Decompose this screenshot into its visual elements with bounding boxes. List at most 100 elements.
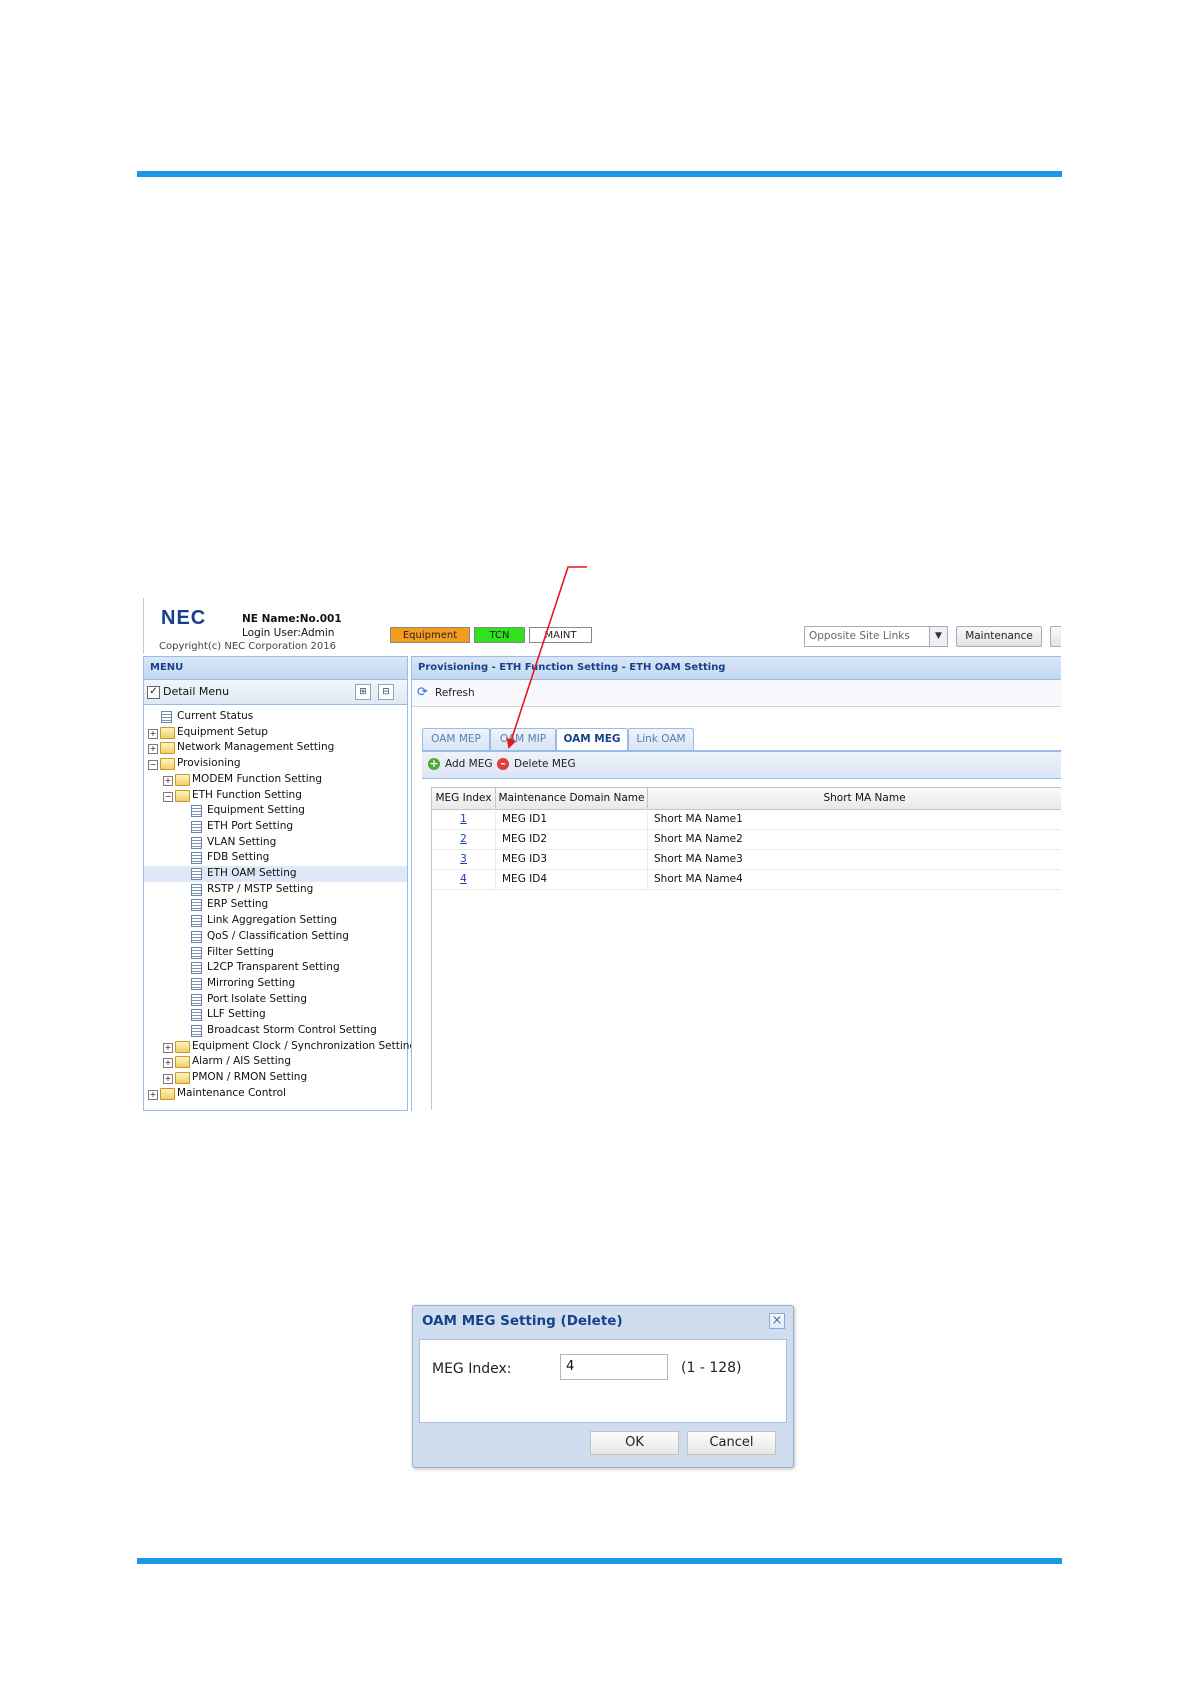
- expand-icon[interactable]: +: [148, 728, 158, 739]
- refresh-button[interactable]: Refresh: [435, 687, 475, 699]
- meg-index-link[interactable]: 3: [460, 853, 467, 865]
- menu-item[interactable]: Port Isolate Setting: [144, 992, 407, 1008]
- menu-item-label: LLF Setting: [207, 1008, 266, 1021]
- page-icon: [191, 915, 202, 928]
- menu-item-label: Provisioning: [177, 757, 241, 770]
- expand-icon[interactable]: +: [163, 775, 173, 786]
- expand-all-icon[interactable]: ⊞: [355, 684, 371, 700]
- menu-item[interactable]: + Network Management Setting: [144, 740, 407, 756]
- menu-item[interactable]: Equipment Setting: [144, 803, 407, 819]
- collapse-icon[interactable]: −: [163, 791, 173, 802]
- meg-index-link[interactable]: 4: [460, 873, 467, 885]
- cancel-button[interactable]: Cancel: [687, 1431, 776, 1455]
- meg-index-range: (1 - 128): [681, 1360, 742, 1376]
- folder-icon: [160, 1087, 175, 1100]
- menu-item-label: Maintenance Control: [177, 1086, 286, 1099]
- maintenance-button[interactable]: Maintenance: [956, 626, 1042, 647]
- menu-item[interactable]: − ETH Function Setting: [144, 788, 407, 804]
- page-icon: [191, 836, 202, 849]
- status-maint[interactable]: MAINT: [529, 627, 592, 643]
- delete-meg-button[interactable]: Delete MEG: [514, 758, 576, 770]
- menu-item[interactable]: + Alarm / AIS Setting: [144, 1054, 407, 1070]
- app-header: NEC Copyright(c) NEC Corporation 2016 NE…: [143, 598, 1061, 654]
- meg-index-cell[interactable]: 1: [432, 809, 496, 829]
- expand-icon[interactable]: +: [148, 744, 158, 755]
- menu-header: MENU: [144, 657, 407, 680]
- menu-item[interactable]: Filter Setting: [144, 945, 407, 961]
- table-row[interactable]: 4 MEG ID4 Short MA Name4: [432, 869, 1061, 890]
- page-icon: [191, 883, 202, 896]
- refresh-icon[interactable]: ⟳: [417, 685, 428, 700]
- page-icon: [191, 852, 202, 865]
- menu-item[interactable]: + MODEM Function Setting: [144, 772, 407, 788]
- meg-table: MEG Index Maintenance Domain Name Short …: [431, 787, 1061, 1110]
- menu-item-label: Link Aggregation Setting: [207, 914, 338, 927]
- content-panel: Provisioning - ETH Function Setting - ET…: [411, 656, 1061, 1111]
- menu-item[interactable]: + Maintenance Control: [144, 1086, 407, 1102]
- short-ma-name-cell: Short MA Name4: [648, 869, 1061, 889]
- meg-index-link[interactable]: 2: [460, 833, 467, 845]
- delete-icon[interactable]: –: [497, 758, 509, 770]
- menu-item[interactable]: + PMON / RMON Setting: [144, 1070, 407, 1086]
- expand-icon[interactable]: +: [163, 1058, 173, 1069]
- menu-item[interactable]: Broadcast Storm Control Setting: [144, 1023, 407, 1039]
- meg-index-input[interactable]: 4: [560, 1354, 668, 1380]
- expand-icon[interactable]: +: [163, 1042, 173, 1053]
- menu-item[interactable]: Link Aggregation Setting: [144, 913, 407, 929]
- chevron-down-icon[interactable]: ▼: [929, 627, 947, 646]
- menu-item[interactable]: L2CP Transparent Setting: [144, 960, 407, 976]
- expand-icon[interactable]: +: [148, 1089, 158, 1100]
- menu-item-label: Network Management Setting: [177, 741, 335, 754]
- collapse-icon[interactable]: −: [148, 760, 158, 771]
- menu-item[interactable]: + Equipment Setup: [144, 725, 407, 741]
- menu-item[interactable]: ETH Port Setting: [144, 819, 407, 835]
- add-icon[interactable]: +: [428, 758, 440, 770]
- tab-oam-mip[interactable]: OAM MIP: [490, 728, 556, 750]
- expand-icon[interactable]: +: [163, 1074, 173, 1085]
- status-equipment[interactable]: Equipment: [390, 627, 470, 643]
- opposite-site-links-select[interactable]: Opposite Site Links ▼: [804, 626, 948, 647]
- dialog-title: OAM MEG Setting (Delete): [422, 1313, 623, 1329]
- meg-index-cell[interactable]: 2: [432, 829, 496, 849]
- folder-icon: [175, 1072, 190, 1085]
- table-row[interactable]: 2 MEG ID2 Short MA Name2: [432, 829, 1061, 850]
- folder-icon: [175, 1040, 190, 1053]
- menu-item-label: Broadcast Storm Control Setting: [207, 1024, 377, 1036]
- status-tcn[interactable]: TCN: [474, 627, 525, 643]
- meg-index-link[interactable]: 1: [460, 813, 467, 825]
- breadcrumb: Provisioning - ETH Function Setting - ET…: [412, 657, 1061, 680]
- menu-item[interactable]: FDB Setting: [144, 850, 407, 866]
- menu-item[interactable]: QoS / Classification Setting: [144, 929, 407, 945]
- menu-item[interactable]: Mirroring Setting: [144, 976, 407, 992]
- domain-name-cell: MEG ID2: [496, 829, 648, 849]
- column-header-short-ma-name[interactable]: Short MA Name: [648, 788, 1061, 809]
- table-row[interactable]: 3 MEG ID3 Short MA Name3: [432, 849, 1061, 870]
- close-icon[interactable]: ×: [769, 1313, 785, 1329]
- add-meg-button[interactable]: Add MEG: [445, 758, 493, 770]
- tab-link-oam[interactable]: Link OAM: [628, 728, 694, 750]
- column-header-domain-name[interactable]: Maintenance Domain Name: [496, 788, 648, 809]
- menu-item-label: L2CP Transparent Setting: [207, 961, 340, 974]
- dialog-body: MEG Index: 4 (1 - 128): [419, 1339, 787, 1423]
- menu-item[interactable]: ETH OAM Setting: [144, 866, 407, 882]
- detail-menu-checkbox[interactable]: ✓: [147, 686, 160, 699]
- tab-oam-mep[interactable]: OAM MEP: [422, 728, 490, 750]
- header-extra-button[interactable]: [1050, 626, 1061, 647]
- menu-item-label: Mirroring Setting: [207, 976, 296, 989]
- menu-item[interactable]: ERP Setting: [144, 897, 407, 913]
- tab-oam-meg[interactable]: OAM MEG: [556, 728, 628, 751]
- menu-item[interactable]: LLF Setting: [144, 1007, 407, 1023]
- menu-item[interactable]: − Provisioning: [144, 756, 407, 772]
- menu-item-label: ETH Function Setting: [192, 788, 302, 801]
- menu-item[interactable]: Current Status: [144, 709, 407, 725]
- meg-index-cell[interactable]: 3: [432, 849, 496, 869]
- menu-item[interactable]: RSTP / MSTP Setting: [144, 882, 407, 898]
- column-header-meg-index[interactable]: MEG Index: [432, 788, 496, 809]
- menu-item[interactable]: + Equipment Clock / Synchronization Setti…: [144, 1039, 416, 1055]
- collapse-all-icon[interactable]: ⊟: [378, 684, 394, 700]
- meg-index-cell[interactable]: 4: [432, 869, 496, 889]
- table-row[interactable]: 1 MEG ID1 Short MA Name1: [432, 809, 1061, 830]
- folder-icon: [175, 1056, 190, 1069]
- menu-item[interactable]: VLAN Setting: [144, 835, 407, 851]
- ok-button[interactable]: OK: [590, 1431, 679, 1455]
